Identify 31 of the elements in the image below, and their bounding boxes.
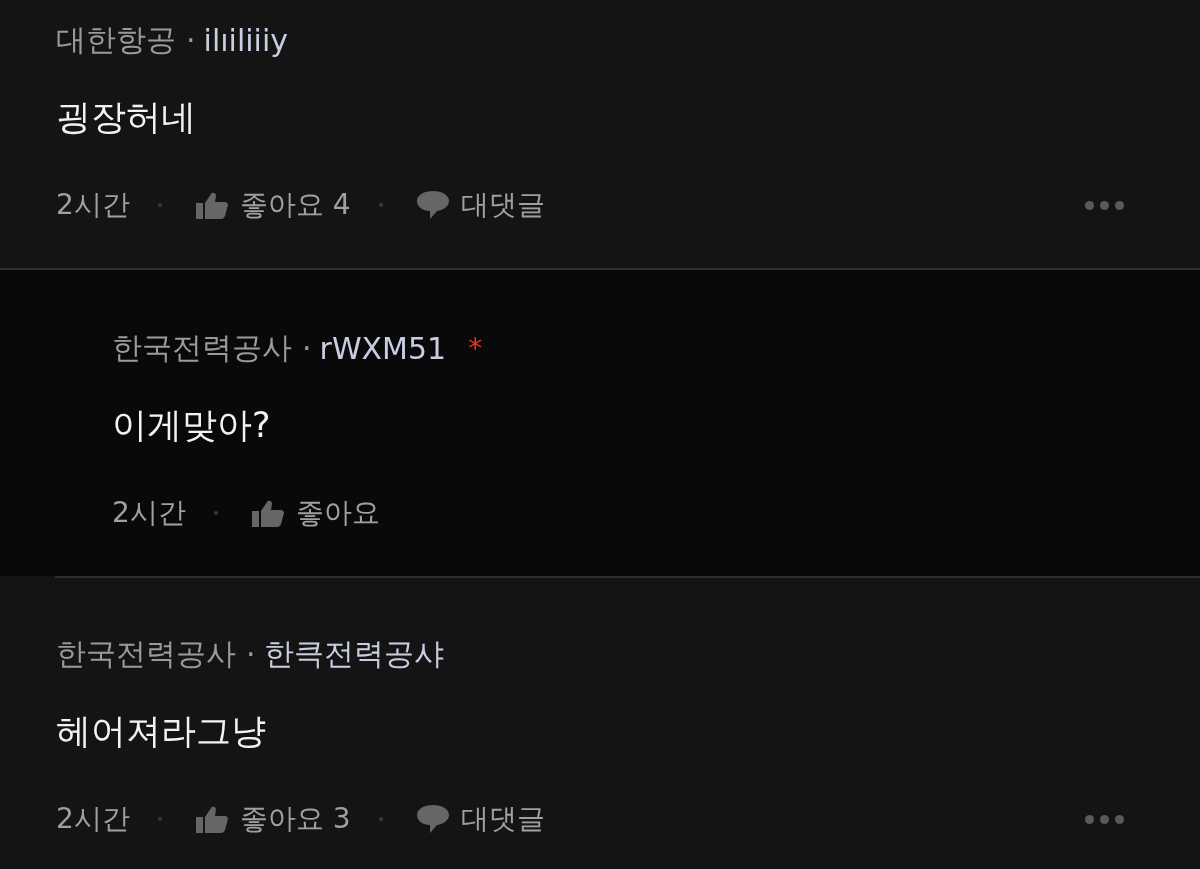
divider-dot (378, 203, 383, 207)
company-name: 대한항공 (56, 20, 176, 59)
speech-bubble-icon (416, 804, 449, 834)
like-button[interactable]: 좋아요 3 (239, 800, 351, 838)
thumbs-up-icon (195, 191, 228, 219)
speech-bubble-icon (416, 190, 449, 220)
user-nickname: rWXM51 (319, 330, 447, 366)
timestamp: 2시간 (112, 495, 186, 531)
comment-text: 굉장허네 (56, 96, 197, 139)
separator-dot: · (246, 636, 256, 672)
like-button[interactable]: 좋아요 (295, 494, 380, 532)
user-nickname: 한큭전력공샤 (263, 634, 444, 673)
reply-button[interactable]: 대댓글 (460, 186, 545, 224)
reply-button[interactable]: 대댓글 (460, 800, 545, 838)
divider-dot (157, 203, 162, 207)
comment-text: 이게맞아? (112, 404, 272, 447)
author-mark: * (468, 331, 483, 365)
thumbs-up-icon (195, 805, 228, 833)
separator-dot: · (302, 330, 312, 366)
company-name: 한국전력공사 (112, 328, 292, 367)
separator-dot: · (186, 22, 196, 58)
timestamp: 2시간 (56, 187, 130, 223)
company-name: 한국전력공사 (56, 634, 236, 673)
divider-dot (378, 817, 383, 821)
timestamp: 2시간 (56, 801, 130, 837)
comment-text: 헤어져라그냥 (56, 710, 267, 753)
user-nickname: ilıiliiiy (203, 22, 288, 58)
divider-dot (213, 511, 218, 515)
thumbs-up-icon (251, 499, 284, 527)
divider-dot (157, 817, 162, 821)
like-button[interactable]: 좋아요 4 (239, 186, 351, 224)
